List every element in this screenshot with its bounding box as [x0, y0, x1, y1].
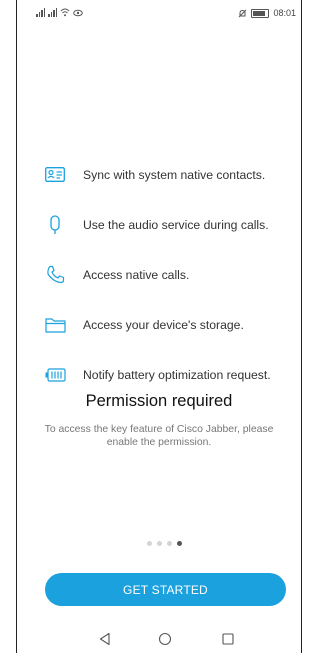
- contacts-card-icon: [44, 164, 66, 186]
- page-title: Permission required: [85, 392, 233, 410]
- eye-icon: [73, 9, 83, 16]
- permission-label: Use the audio service during calls.: [83, 217, 269, 232]
- permission-item-audio: Use the audio service during calls.: [44, 212, 294, 237]
- permission-label: Notify battery optimization request.: [83, 367, 271, 382]
- folder-icon: [44, 314, 66, 336]
- wifi-icon: [60, 8, 70, 17]
- page-dot[interactable]: [167, 541, 172, 546]
- signal-icon: [36, 8, 45, 17]
- home-icon[interactable]: [156, 630, 174, 648]
- system-nav-bar: [16, 630, 302, 648]
- status-left: [36, 8, 83, 17]
- phone-icon: [44, 264, 66, 286]
- permission-item-contacts: Sync with system native contacts.: [44, 162, 294, 187]
- status-bar: 08:01: [16, 8, 302, 22]
- page-dot[interactable]: [157, 541, 162, 546]
- permission-label: Access your device's storage.: [83, 317, 244, 332]
- status-time: 08:01: [273, 8, 296, 18]
- page-indicator: [147, 541, 182, 546]
- page-description: To access the key feature of Cisco Jabbe…: [44, 424, 274, 448]
- permission-label: Sync with system native contacts.: [83, 167, 266, 182]
- permission-item-calls: Access native calls.: [44, 262, 294, 287]
- signal-icon: [48, 8, 57, 17]
- page-dot[interactable]: [147, 541, 152, 546]
- battery-icon: [251, 8, 270, 18]
- recents-icon[interactable]: [219, 630, 237, 648]
- microphone-icon: [44, 214, 66, 236]
- permission-label: Access native calls.: [83, 267, 190, 282]
- permission-item-battery: Notify battery optimization request.: [44, 362, 294, 387]
- status-right: 08:01: [238, 8, 296, 18]
- mute-icon: [239, 9, 247, 17]
- permission-list: Sync with system native contacts. Use th…: [44, 162, 294, 412]
- page-dot-active[interactable]: [177, 541, 182, 546]
- battery-optimization-icon: [44, 364, 66, 386]
- permission-item-storage: Access your device's storage.: [44, 312, 294, 337]
- get-started-button[interactable]: GET STARTED: [45, 573, 286, 606]
- back-icon[interactable]: [96, 630, 114, 648]
